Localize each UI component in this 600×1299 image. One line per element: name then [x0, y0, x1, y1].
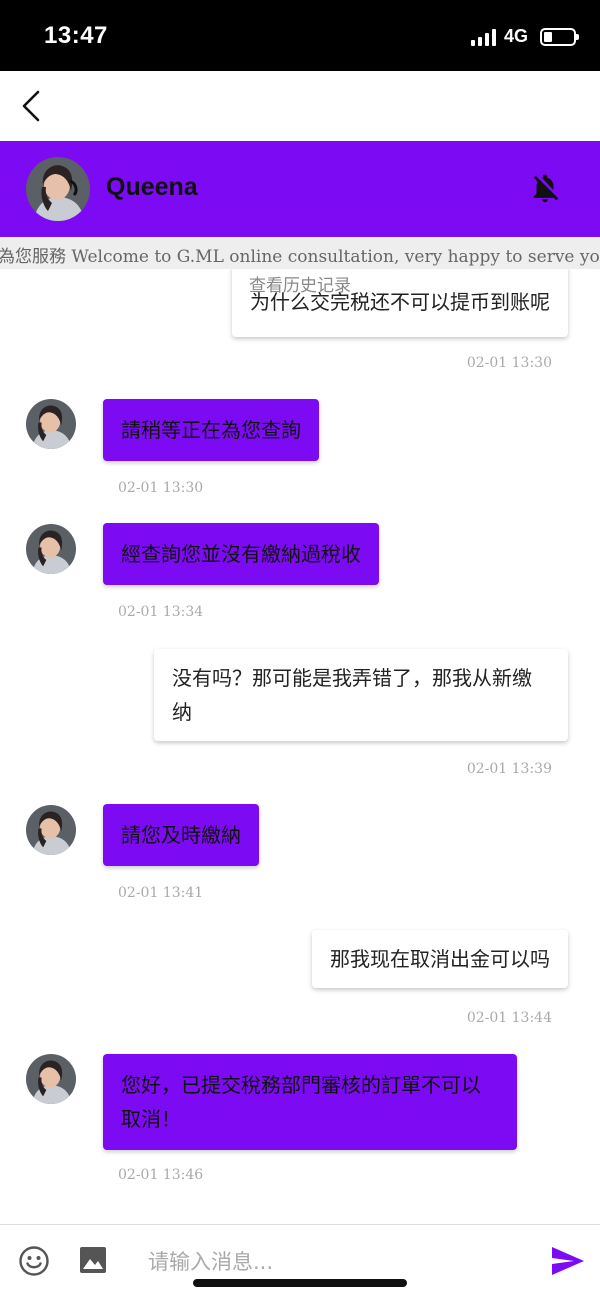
- welcome-marquee: 為您服務 Welcome to G.ML online consultation…: [0, 237, 600, 269]
- message-bubble-incoming[interactable]: 經查詢您並沒有繳納過稅收: [103, 523, 379, 585]
- message-input-bar: [0, 1224, 600, 1299]
- back-button[interactable]: [12, 81, 52, 131]
- smiley-icon: [19, 1246, 49, 1276]
- message-text: 請稍等正在為您查詢: [121, 418, 301, 442]
- message-bubble-incoming[interactable]: 請您及時繳納: [103, 804, 259, 866]
- message-timestamp: 02-01 13:46: [118, 1167, 204, 1183]
- message-timestamp: 02-01 13:30: [118, 480, 204, 496]
- agent-avatar: [26, 524, 76, 574]
- chat-header: Queena: [0, 141, 600, 237]
- message-timestamp: 02-01 13:39: [466, 761, 552, 777]
- message-bubble-incoming[interactable]: 請稍等正在為您查詢: [103, 399, 319, 461]
- send-icon: [552, 1247, 584, 1275]
- view-history-link[interactable]: 查看历史记录: [0, 271, 600, 296]
- status-bar: 13:47 4G: [0, 0, 600, 71]
- message-text: 没有吗？那可能是我弄错了，那我从新缴纳: [172, 666, 532, 724]
- message-text: 請您及時繳納: [121, 823, 241, 847]
- emoji-button[interactable]: [18, 1245, 50, 1277]
- status-indicators: 4G: [470, 26, 579, 47]
- avatar-image: [26, 1054, 76, 1104]
- message-text: 經查詢您並沒有繳納過稅收: [121, 542, 361, 566]
- network-type: 4G: [503, 26, 528, 46]
- battery-icon: [540, 27, 579, 46]
- message-bubble-outgoing[interactable]: 没有吗？那可能是我弄错了，那我从新缴纳: [154, 649, 568, 741]
- message-timestamp: 02-01 13:30: [466, 355, 552, 371]
- avatar-image: [26, 157, 90, 221]
- message-text: 您好，已提交稅務部門審核的訂單不可以取消！: [121, 1073, 481, 1131]
- image-icon: [80, 1247, 106, 1273]
- bell-off-icon: [533, 174, 559, 203]
- nav-bar: [0, 71, 600, 141]
- contact-name: Queena: [106, 173, 198, 201]
- image-button[interactable]: [78, 1245, 108, 1275]
- message-timestamp: 02-01 13:34: [118, 604, 204, 620]
- message-timestamp: 02-01 13:44: [466, 1010, 552, 1026]
- avatar-image: [26, 524, 76, 574]
- agent-avatar: [26, 399, 76, 449]
- avatar-image: [26, 805, 76, 855]
- welcome-text: 為您服務 Welcome to G.ML online consultation…: [0, 247, 600, 267]
- message-bubble-outgoing[interactable]: 那我现在取消出金可以吗: [312, 930, 568, 988]
- chevron-left-icon: [22, 90, 40, 122]
- avatar-image: [26, 399, 76, 449]
- contact-avatar[interactable]: [26, 157, 90, 221]
- signal-icon: [470, 28, 496, 46]
- message-input[interactable]: [140, 1243, 520, 1281]
- message-bubble-incoming[interactable]: 您好，已提交稅務部門審核的訂單不可以取消！: [103, 1054, 517, 1150]
- mute-button[interactable]: [528, 171, 562, 205]
- home-indicator: [193, 1279, 407, 1287]
- message-text: 那我现在取消出金可以吗: [330, 947, 550, 971]
- agent-avatar: [26, 1054, 76, 1104]
- status-time: 13:47: [44, 22, 108, 49]
- message-timestamp: 02-01 13:41: [118, 885, 204, 901]
- agent-avatar: [26, 805, 76, 855]
- message-list[interactable]: 为什么交完税还不可以提币到账呢 02-01 13:30 請稍等正在為您查詢 02…: [0, 269, 600, 1224]
- send-button[interactable]: [550, 1245, 586, 1277]
